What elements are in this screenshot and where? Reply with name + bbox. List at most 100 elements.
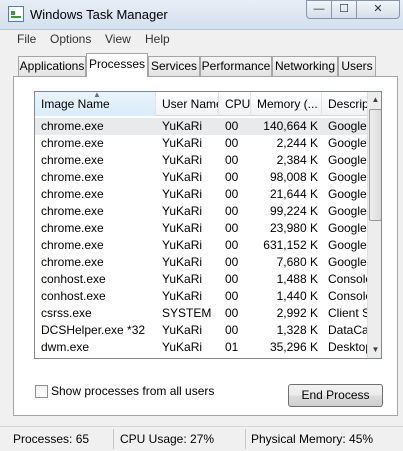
cell-image-name: chrome.exe: [41, 119, 104, 133]
maximize-button[interactable]: ☐: [331, 0, 357, 19]
cell-memory: 1,328 K: [276, 323, 318, 337]
scroll-up-icon[interactable]: ▲: [368, 92, 381, 108]
process-row[interactable]: csrss.exe SYSTEM 00 2,992 K Client Se: [35, 305, 367, 322]
cell-user-name: YuKaRi: [162, 136, 203, 150]
cell-memory: 21,644 K: [269, 187, 318, 201]
cell-memory: 7,680 K: [276, 255, 318, 269]
cell-image-name: chrome.exe: [41, 170, 104, 184]
cell-image-name: chrome.exe: [41, 221, 104, 235]
tab-applications[interactable]: Applications: [18, 56, 86, 76]
cell-memory: 631,152 K: [263, 238, 318, 252]
menu-options[interactable]: Options: [50, 32, 91, 46]
column-description[interactable]: Descript: [322, 92, 367, 116]
cell-description: Google C: [328, 255, 367, 269]
cell-image-name: chrome.exe: [41, 153, 104, 167]
vertical-scrollbar[interactable]: ▲ ▼: [367, 92, 381, 358]
cell-cpu: 00: [225, 306, 239, 320]
column-image-name[interactable]: ▲ Image Name: [35, 92, 156, 116]
process-row[interactable]: chrome.exe YuKaRi 00 99,224 K Google C: [35, 203, 367, 220]
minimize-button[interactable]: —: [306, 0, 332, 19]
cell-image-name: chrome.exe: [41, 204, 104, 218]
process-row[interactable]: chrome.exe YuKaRi 00 631,152 K Google C: [35, 237, 367, 254]
tab-processes[interactable]: Processes: [86, 53, 148, 77]
close-button[interactable]: ✕: [356, 0, 400, 19]
cell-description: Google C: [328, 221, 367, 235]
menu-file[interactable]: File: [17, 32, 36, 46]
title-bar[interactable]: Windows Task Manager — ☐ ✕: [0, 0, 403, 30]
cell-description: DataCar: [328, 323, 367, 337]
cell-cpu: 00: [225, 272, 239, 286]
end-process-button[interactable]: End Process: [288, 384, 383, 407]
cell-user-name: YuKaRi: [162, 119, 203, 133]
process-row[interactable]: dwm.exe YuKaRi 01 35,296 K Desktop: [35, 339, 367, 356]
column-cpu[interactable]: CPU: [219, 92, 251, 116]
tab-networking[interactable]: Networking: [272, 56, 338, 76]
cell-image-name: conhost.exe: [41, 272, 106, 286]
cell-cpu: 01: [225, 340, 239, 354]
process-row[interactable]: DCSHelper.exe *32 YuKaRi 00 1,328 K DataCar: [35, 322, 367, 339]
cell-image-name: csrss.exe: [41, 306, 92, 320]
cell-description: Console: [328, 272, 367, 286]
cell-description: Google C: [328, 136, 367, 150]
tab-services[interactable]: Services: [148, 56, 200, 76]
process-row[interactable]: chrome.exe YuKaRi 00 21,644 K Google C: [35, 186, 367, 203]
tab-users[interactable]: Users: [338, 56, 376, 76]
cell-description: Desktop: [328, 340, 367, 354]
cell-description: Client Se: [328, 306, 367, 320]
cell-memory: 99,224 K: [269, 204, 318, 218]
tab-performance[interactable]: Performance: [200, 56, 272, 76]
cell-user-name: YuKaRi: [162, 289, 203, 303]
cell-memory: 2,384 K: [276, 153, 318, 167]
scroll-thumb[interactable]: [369, 109, 381, 221]
cell-description: Google C: [328, 153, 367, 167]
show-all-processes-label: Show processes from all users: [51, 384, 215, 398]
process-row[interactable]: chrome.exe YuKaRi 00 2,384 K Google C: [35, 152, 367, 169]
status-divider: [113, 429, 114, 449]
cell-image-name: chrome.exe: [41, 136, 104, 150]
cell-memory: 98,008 K: [269, 170, 318, 184]
status-processes: Processes: 65: [13, 432, 90, 446]
menu-bar: File Options View Help: [0, 30, 403, 50]
process-row[interactable]: chrome.exe YuKaRi 00 23,980 K Google C: [35, 220, 367, 237]
cell-cpu: 00: [225, 204, 239, 218]
menu-help[interactable]: Help: [145, 32, 170, 46]
cell-description: Console: [328, 289, 367, 303]
column-memory[interactable]: Memory (...: [251, 92, 322, 116]
cell-memory: 35,296 K: [269, 340, 318, 354]
cell-user-name: YuKaRi: [162, 340, 203, 354]
cell-image-name: chrome.exe: [41, 238, 104, 252]
process-row[interactable]: chrome.exe YuKaRi 00 140,664 K Google C: [35, 118, 367, 135]
cell-user-name: YuKaRi: [162, 323, 203, 337]
cell-user-name: YuKaRi: [162, 170, 203, 184]
status-bar: Processes: 65 CPU Usage: 27% Physical Me…: [0, 426, 403, 451]
column-user-name[interactable]: User Name: [156, 92, 219, 116]
cell-cpu: 00: [225, 255, 239, 269]
cell-cpu: 00: [225, 170, 239, 184]
cell-user-name: YuKaRi: [162, 221, 203, 235]
process-list[interactable]: ▲ Image Name User Name CPU Memory (... D…: [34, 91, 382, 359]
cell-image-name: chrome.exe: [41, 187, 104, 201]
cell-image-name: DCSHelper.exe *32: [41, 323, 146, 337]
process-row[interactable]: chrome.exe YuKaRi 00 7,680 K Google C: [35, 254, 367, 271]
sort-ascending-icon: ▲: [93, 92, 101, 99]
cell-cpu: 00: [225, 187, 239, 201]
menu-view[interactable]: View: [105, 32, 131, 46]
process-row[interactable]: chrome.exe YuKaRi 00 2,244 K Google C: [35, 135, 367, 152]
task-manager-icon: [8, 6, 24, 22]
cell-user-name: YuKaRi: [162, 272, 203, 286]
process-row[interactable]: conhost.exe YuKaRi 00 1,440 K Console: [35, 288, 367, 305]
cell-cpu: 00: [225, 153, 239, 167]
cell-user-name: YuKaRi: [162, 255, 203, 269]
show-all-processes-checkbox[interactable]: [35, 385, 48, 398]
cell-cpu: 00: [225, 323, 239, 337]
cell-memory: 1,440 K: [276, 289, 318, 303]
scroll-down-icon[interactable]: ▼: [368, 342, 381, 358]
process-row[interactable]: conhost.exe YuKaRi 00 1,488 K Console: [35, 271, 367, 288]
cell-memory: 23,980 K: [269, 221, 318, 235]
cell-image-name: conhost.exe: [41, 289, 106, 303]
cell-description: Google C: [328, 238, 367, 252]
status-physical-memory: Physical Memory: 45%: [251, 432, 374, 446]
list-header: ▲ Image Name User Name CPU Memory (... D…: [35, 92, 367, 116]
window-title: Windows Task Manager: [30, 7, 168, 22]
process-row[interactable]: chrome.exe YuKaRi 00 98,008 K Google C: [35, 169, 367, 186]
